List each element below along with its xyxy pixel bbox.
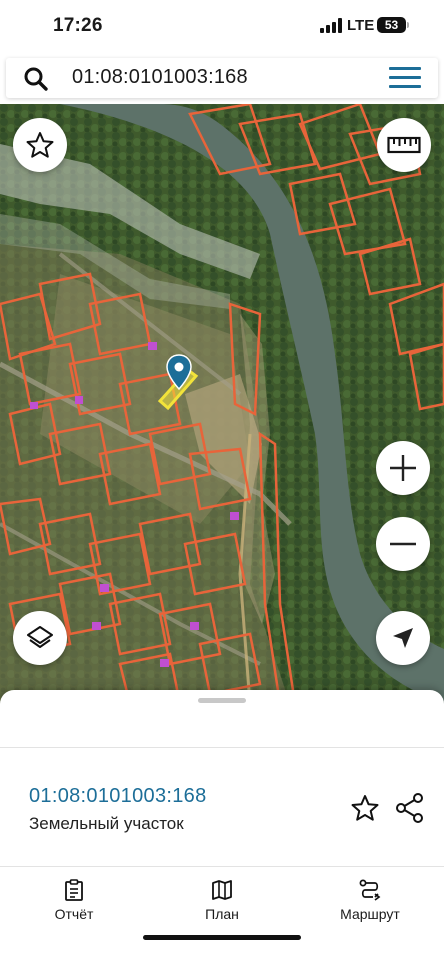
report-icon (65, 879, 83, 901)
tab-plan-label: План (205, 906, 239, 922)
favorite-map-button[interactable] (13, 118, 67, 172)
route-icon (359, 879, 381, 901)
tab-report[interactable]: Отчёт (19, 874, 129, 930)
status-bar: 17:26 LTE 53 (0, 0, 444, 54)
tab-route[interactable]: Маршрут (315, 874, 425, 930)
map-plan-icon (212, 880, 232, 900)
share-icon[interactable] (395, 792, 425, 824)
divider (0, 747, 444, 748)
zoom-in-button[interactable] (376, 441, 430, 495)
battery-level: 53 (377, 17, 406, 33)
battery-icon (407, 22, 409, 28)
add-favorite-star-icon[interactable] (350, 793, 380, 823)
layers-icon (27, 626, 53, 648)
my-location-button[interactable] (376, 611, 430, 665)
parcel-cadastral-number[interactable]: 01:08:0101003:168 (29, 785, 207, 808)
divider (0, 866, 444, 867)
status-time: 17:26 (53, 15, 103, 36)
plus-icon (390, 455, 416, 481)
sheet-drag-handle[interactable] (198, 698, 246, 703)
search-icon[interactable] (23, 66, 49, 92)
ruler-icon (387, 136, 421, 154)
parcel-type-label: Земельный участок (29, 814, 184, 833)
tab-plan[interactable]: План (167, 874, 277, 930)
network-type: LTE (347, 17, 375, 34)
satellite-map-image (0, 104, 444, 704)
cadastral-map[interactable] (0, 104, 444, 704)
search-input[interactable]: 01:08:0101003:168 (72, 66, 248, 89)
navigation-arrow-icon (393, 628, 413, 648)
layers-button[interactable] (13, 611, 67, 665)
search-bar[interactable]: 01:08:0101003:168 (6, 58, 438, 98)
parcel-info-sheet[interactable]: 01:08:0101003:168 Земельный участок Отчё… (0, 690, 444, 960)
star-icon (26, 132, 54, 158)
zoom-out-button[interactable] (376, 517, 430, 571)
signal-strength-icon (320, 18, 342, 33)
minus-icon (390, 542, 416, 546)
location-pin-icon[interactable] (166, 354, 192, 390)
hamburger-menu-icon[interactable] (389, 67, 421, 89)
tab-report-label: Отчёт (54, 906, 94, 922)
tab-route-label: Маршрут (340, 906, 400, 922)
ruler-button[interactable] (377, 118, 431, 172)
home-indicator (143, 935, 301, 940)
